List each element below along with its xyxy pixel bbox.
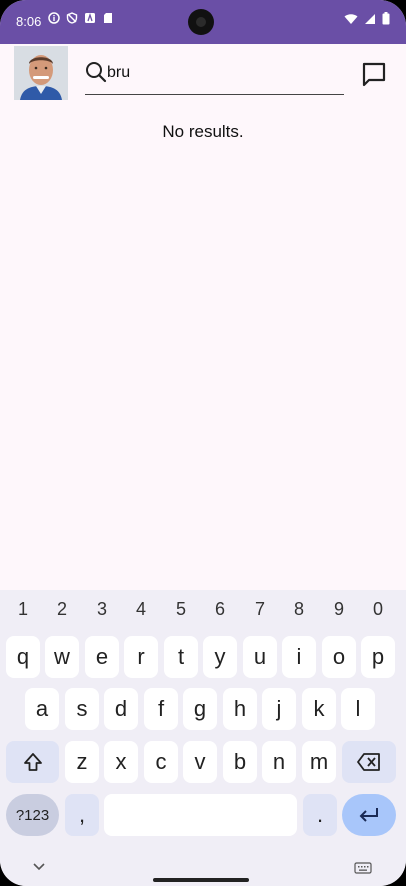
no-results-message: No results. — [162, 122, 244, 141]
key-i[interactable]: i — [282, 636, 316, 678]
key-g[interactable]: g — [183, 688, 217, 730]
key-1[interactable]: 1 — [8, 599, 38, 620]
number-row: 1 2 3 4 5 6 7 8 9 0 — [0, 590, 406, 628]
enter-icon — [359, 808, 378, 822]
key-k[interactable]: k — [302, 688, 336, 730]
key-9[interactable]: 9 — [324, 599, 354, 620]
phone-screen: 8:06 bru No results. 1 2 3 4 5 6 7 8 9 0… — [0, 0, 406, 886]
shift-icon — [23, 753, 42, 771]
avatar-photo — [14, 46, 68, 100]
status-time: 8:06 — [16, 14, 42, 29]
backspace-key[interactable] — [342, 741, 396, 783]
search-input[interactable] — [107, 58, 337, 88]
shift-key[interactable] — [6, 741, 59, 783]
keyboard-icon[interactable] — [354, 862, 372, 874]
signal-icon — [365, 13, 375, 24]
chat-icon[interactable] — [360, 60, 388, 88]
key-v[interactable]: v — [183, 741, 217, 783]
key-n[interactable]: n — [262, 741, 296, 783]
key-r[interactable]: r — [124, 636, 158, 678]
chevron-down-icon[interactable] — [32, 862, 46, 872]
enter-key[interactable] — [342, 794, 396, 836]
key-l[interactable]: l — [341, 688, 375, 730]
key-c[interactable]: c — [144, 741, 178, 783]
info-icon — [48, 12, 60, 24]
key-x[interactable]: x — [104, 741, 138, 783]
key-d[interactable]: d — [104, 688, 138, 730]
key-o[interactable]: o — [322, 636, 356, 678]
key-j[interactable]: j — [262, 688, 296, 730]
search-bar[interactable] — [85, 56, 344, 95]
battery-icon — [382, 12, 390, 25]
key-a[interactable]: a — [25, 688, 59, 730]
search-icon — [86, 62, 107, 83]
key-s[interactable]: s — [65, 688, 99, 730]
symbols-key[interactable]: ?123 — [6, 794, 59, 836]
key-z[interactable]: z — [65, 741, 99, 783]
wifi-icon — [344, 13, 358, 24]
app-notification-icon — [85, 12, 95, 23]
key-8[interactable]: 8 — [284, 599, 314, 620]
period-key[interactable]: . — [303, 794, 337, 836]
comma-key[interactable]: , — [65, 794, 99, 836]
soft-keyboard: 1 2 3 4 5 6 7 8 9 0 q w e r t y u i o p … — [0, 590, 406, 886]
key-6[interactable]: 6 — [205, 599, 235, 620]
sd-card-icon — [104, 13, 112, 23]
key-4[interactable]: 4 — [126, 599, 156, 620]
home-indicator[interactable] — [153, 878, 249, 882]
status-system-icons — [344, 12, 390, 25]
camera-cutout — [188, 9, 214, 35]
key-3[interactable]: 3 — [87, 599, 117, 620]
key-e[interactable]: e — [85, 636, 119, 678]
key-t[interactable]: t — [164, 636, 198, 678]
key-y[interactable]: y — [203, 636, 237, 678]
space-bar[interactable] — [104, 794, 297, 836]
key-0[interactable]: 0 — [363, 599, 393, 620]
key-m[interactable]: m — [302, 741, 336, 783]
backspace-icon — [357, 753, 380, 771]
avatar[interactable] — [14, 46, 68, 100]
shield-icon — [66, 12, 78, 24]
status-bar: 8:06 — [0, 0, 406, 44]
key-p[interactable]: p — [361, 636, 395, 678]
status-notification-icons — [48, 12, 114, 24]
key-u[interactable]: u — [243, 636, 277, 678]
key-5[interactable]: 5 — [166, 599, 196, 620]
key-f[interactable]: f — [144, 688, 178, 730]
key-w[interactable]: w — [45, 636, 79, 678]
key-2[interactable]: 2 — [47, 599, 77, 620]
key-h[interactable]: h — [223, 688, 257, 730]
key-q[interactable]: q — [6, 636, 40, 678]
key-b[interactable]: b — [223, 741, 257, 783]
key-7[interactable]: 7 — [245, 599, 275, 620]
